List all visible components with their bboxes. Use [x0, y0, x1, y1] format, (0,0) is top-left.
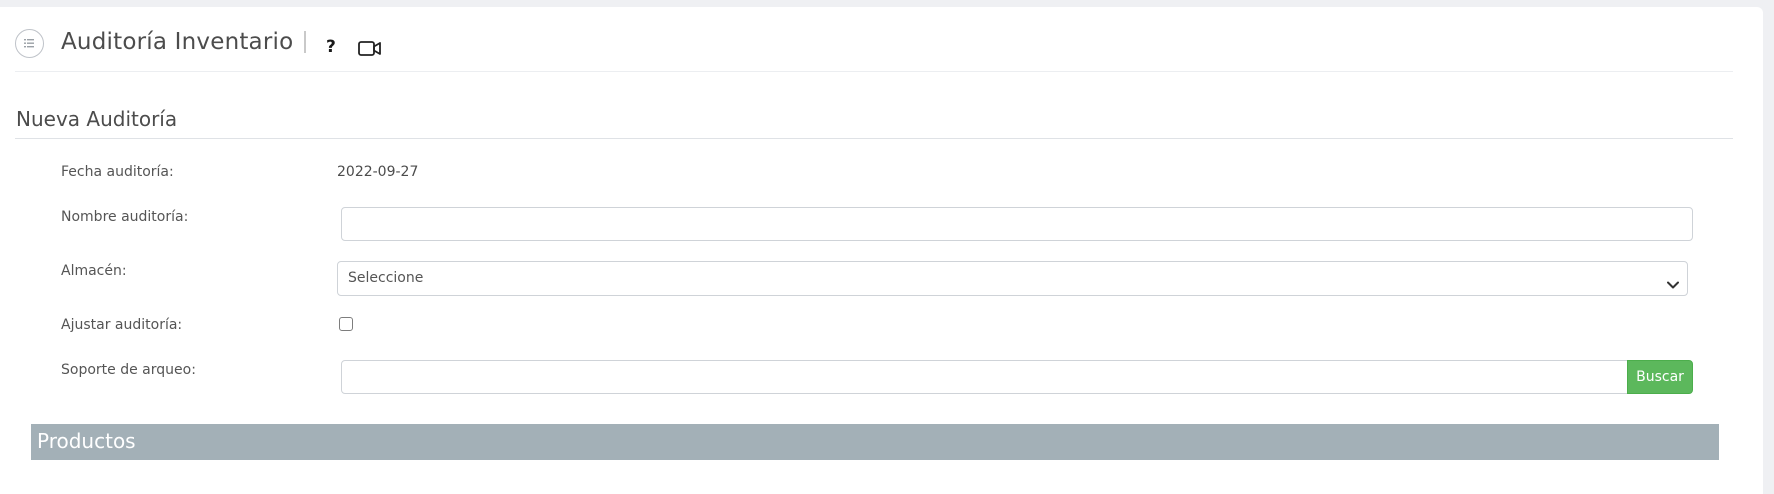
page-header: Auditoría Inventario ?	[15, 23, 1733, 72]
chevron-down-icon	[1667, 274, 1679, 293]
list-icon	[15, 29, 44, 58]
soporte-label: Soporte de arqueo:	[61, 362, 196, 378]
section-divider	[15, 138, 1733, 139]
products-header-bar: Productos	[31, 424, 1719, 460]
almacen-selected-value: Seleccione	[348, 270, 424, 286]
soporte-input[interactable]	[341, 360, 1628, 394]
nombre-input[interactable]	[341, 207, 1693, 241]
almacen-label: Almacén:	[61, 263, 127, 279]
main-card: Auditoría Inventario ? Nueva Auditoría F…	[0, 7, 1763, 494]
buscar-button[interactable]: Buscar	[1627, 360, 1693, 394]
video-icon[interactable]	[358, 41, 382, 60]
ajustar-checkbox[interactable]	[339, 317, 353, 331]
almacen-select[interactable]: Seleccione	[337, 261, 1688, 296]
fecha-label: Fecha auditoría:	[61, 164, 174, 180]
products-title: Productos	[37, 429, 136, 453]
section-title: Nueva Auditoría	[16, 107, 178, 131]
fecha-value: 2022-09-27	[337, 164, 419, 180]
nombre-label: Nombre auditoría:	[61, 209, 189, 225]
help-icon[interactable]: ?	[326, 37, 336, 57]
page-title: Auditoría Inventario	[61, 29, 294, 55]
title-divider	[304, 31, 306, 53]
ajustar-label: Ajustar auditoría:	[61, 317, 183, 333]
